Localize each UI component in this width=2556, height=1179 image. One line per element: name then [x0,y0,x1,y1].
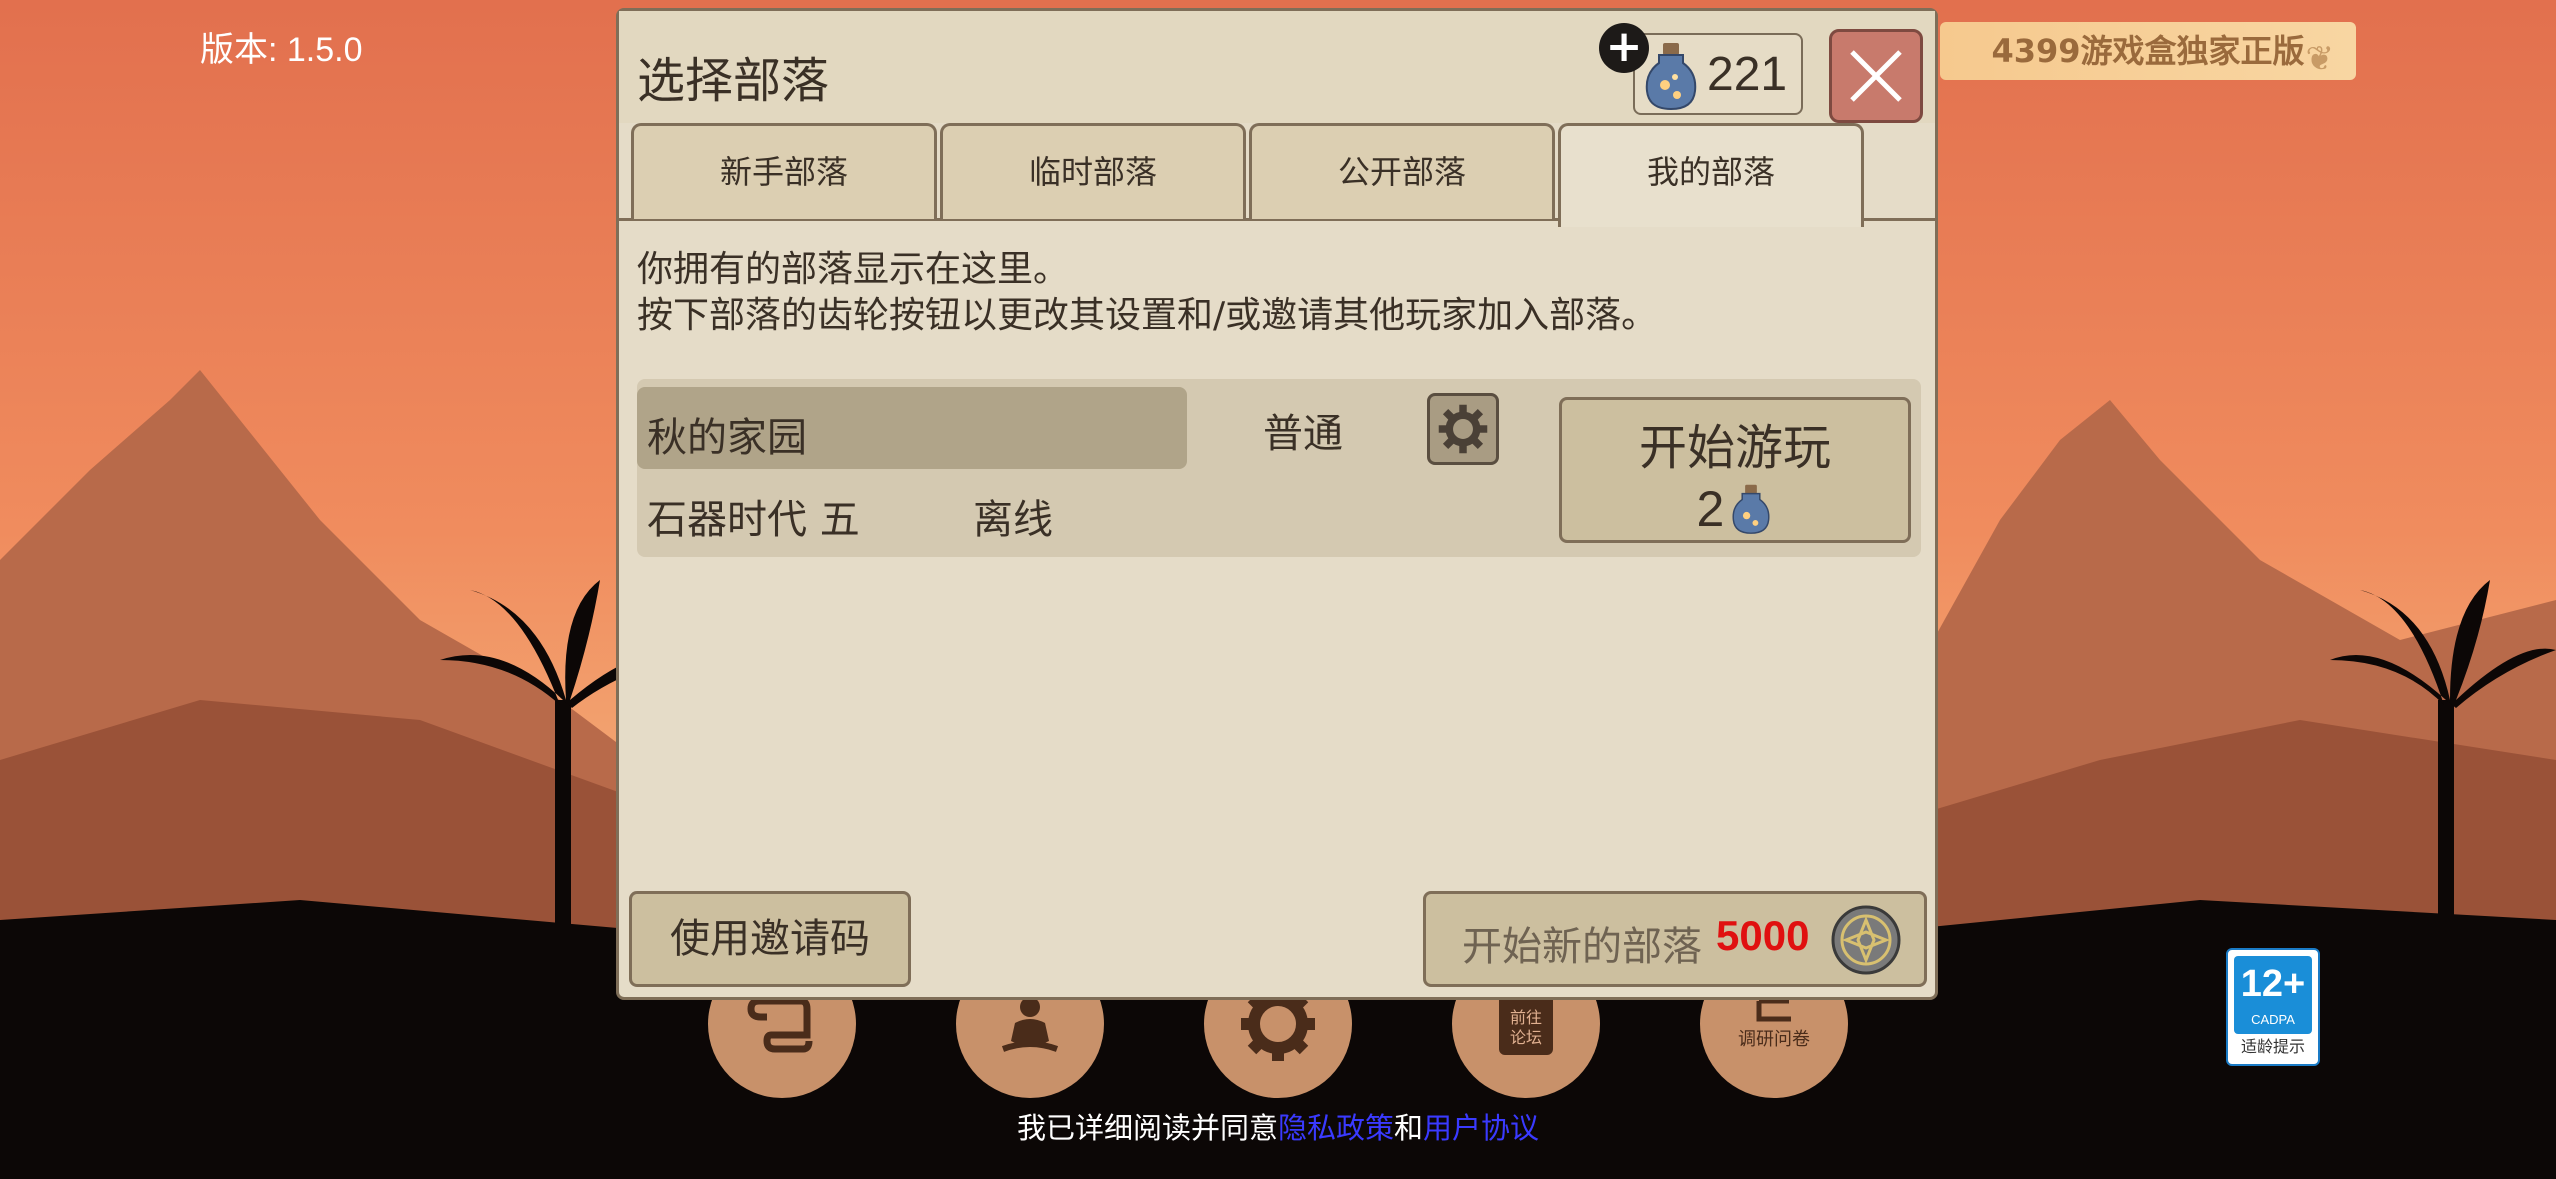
version-label: 版本: 1.5.0 [200,31,363,69]
tab-public-tribes[interactable]: 公开部落 [1249,123,1555,219]
start-new-tribe-label: 开始新的部落 [1462,924,1702,970]
tab-description: 你拥有的部落显示在这里。 按下部落的齿轮按钮以更改其设置和/或邀请其他玩家加入部… [637,247,1657,339]
gem-balance: 221 [1633,33,1803,115]
start-new-tribe-cost: 5000 [1716,912,1810,959]
user-agreement-link[interactable]: 用户协议 [1423,1111,1539,1145]
use-invite-code-button[interactable]: 使用邀请码 [629,891,911,987]
age-rating: 12+ [2240,963,2306,1005]
select-tribe-panel: 选择部落 221 + 新手部落 临时部落 公开部落 我的部落 你拥有的部落显示在… [616,8,1938,1000]
agreement-text: 我已详细阅读并同意隐私政策和用户协议 [0,1105,2556,1147]
description-line-2: 按下部落的齿轮按钮以更改其设置和/或邀请其他玩家加入部落。 [637,295,1658,336]
age-rating-tip: 适龄提示 [2240,1037,2305,1056]
gem-bottle-icon [1732,484,1770,534]
start-play-label: 开始游玩 [1638,420,1831,476]
forum-icon-text-1: 前往 [1510,1008,1542,1027]
tribe-era: 石器时代 五 [647,497,860,543]
close-button[interactable] [1829,29,1923,123]
agreement-and: 和 [1394,1111,1424,1145]
agreement-prefix: 我已详细阅读并同意 [1016,1111,1278,1145]
forum-icon-text-2: 论坛 [1510,1028,1542,1047]
laurel-icon: ❦ [2305,39,2335,79]
privacy-policy-link[interactable]: 隐私政策 [1278,1111,1394,1145]
panel-title: 选择部落 [637,53,830,109]
age-rating-badge: 12+ CADPA 适龄提示 [2226,948,2320,1066]
gem-bottle-icon [1645,43,1697,111]
tab-newbie-tribes[interactable]: 新手部落 [631,123,937,219]
description-line-1: 你拥有的部落显示在这里。 [637,249,1070,290]
tribe-settings-button[interactable] [1427,393,1499,465]
tribe-name: 秋的家园 [647,415,807,461]
tribe-name-field: 秋的家园 [637,387,1187,469]
plus-icon: + [1605,21,1643,72]
tab-temporary-tribes[interactable]: 临时部落 [940,123,1246,219]
start-new-tribe-button[interactable]: 开始新的部落 5000 [1423,891,1927,987]
age-rating-org: CADPA [2251,1012,2295,1027]
tribe-status: 离线 [973,497,1053,543]
start-play-cost: 2 [1696,481,1725,537]
tribe-list-item: 秋的家园 普通 石器时代 五 离线 开始游玩 2 [637,379,1921,557]
close-icon [1850,50,1902,102]
gear-icon [1438,404,1488,454]
tab-my-tribes[interactable]: 我的部落 [1558,123,1864,227]
panel-header: 选择部落 221 + [619,11,1935,123]
exclusive-banner[interactable]: 4399游戏盒独家正版 ❦ [1940,22,2356,80]
banner-text: 4399游戏盒独家正版 [1991,32,2305,70]
survey-icon-text: 调研问卷 [1738,1029,1810,1050]
gem-count: 221 [1707,48,1788,101]
tribe-tabs: 新手部落 临时部落 公开部落 我的部落 [631,123,1925,227]
add-gems-button[interactable]: + [1599,23,1649,73]
tribe-mode: 普通 [1263,411,1343,457]
coin-icon [1831,905,1901,975]
start-play-button[interactable]: 开始游玩 2 [1559,397,1911,543]
